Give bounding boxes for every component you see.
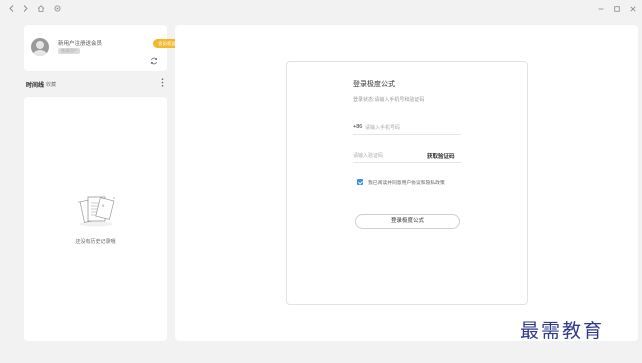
tab-favorites[interactable]: 收藏 [46,81,56,88]
agreement-text[interactable]: 我已阅读并同意用户协议和隐私政策 [368,179,445,186]
get-code-button[interactable]: 获取验证码 [427,152,455,160]
agreement-checkbox[interactable] [357,179,363,185]
watermark: 最需教育 [520,320,605,342]
profile-card: 新用户注册送会员 普通用户 会员权益 [24,25,181,71]
home-icon[interactable] [37,4,45,14]
main-panel: 登录极度公式 登录状态:请输入手机号和验证码 +86 获取验证码 我已阅读并同意… [175,25,638,341]
verification-code-input[interactable] [353,150,413,161]
minimize-icon[interactable] [598,5,604,14]
refresh-icon[interactable] [150,57,158,67]
tab-timeline[interactable]: 时间线 [26,80,44,89]
gear-icon[interactable] [54,5,61,14]
chevron-left-icon[interactable] [9,4,14,14]
login-button[interactable]: 登录极度公式 [355,214,460,229]
login-subtitle: 登录状态:请输入手机号和验证码 [353,97,425,103]
timeline-tabs: 时间线 收藏 [0,77,170,91]
close-icon[interactable] [630,5,636,14]
empty-documents-icon: x [78,196,115,227]
login-form: 登录极度公式 登录状态:请输入手机号和验证码 +86 获取验证码 我已阅读并同意… [286,61,528,305]
user-tag: 普通用户 [58,48,80,54]
chevron-right-icon[interactable] [23,4,28,14]
code-field: 获取验证码 [353,150,461,163]
login-title: 登录极度公式 [353,81,395,88]
history-panel: x 还没有历史记录哦 [24,97,167,341]
user-name[interactable]: 新用户注册送会员 [58,39,102,47]
country-code[interactable]: +86 [353,124,362,130]
phone-field: +86 [353,122,461,135]
phone-input[interactable] [365,122,459,133]
avatar[interactable] [31,38,49,56]
empty-history-text: 还没有历史记录哦 [75,239,116,245]
title-bar [0,0,642,18]
more-vertical-icon[interactable] [161,78,164,89]
agreement-row: 我已阅读并同意用户协议和隐私政策 [357,178,445,186]
maximize-icon[interactable] [614,5,620,14]
